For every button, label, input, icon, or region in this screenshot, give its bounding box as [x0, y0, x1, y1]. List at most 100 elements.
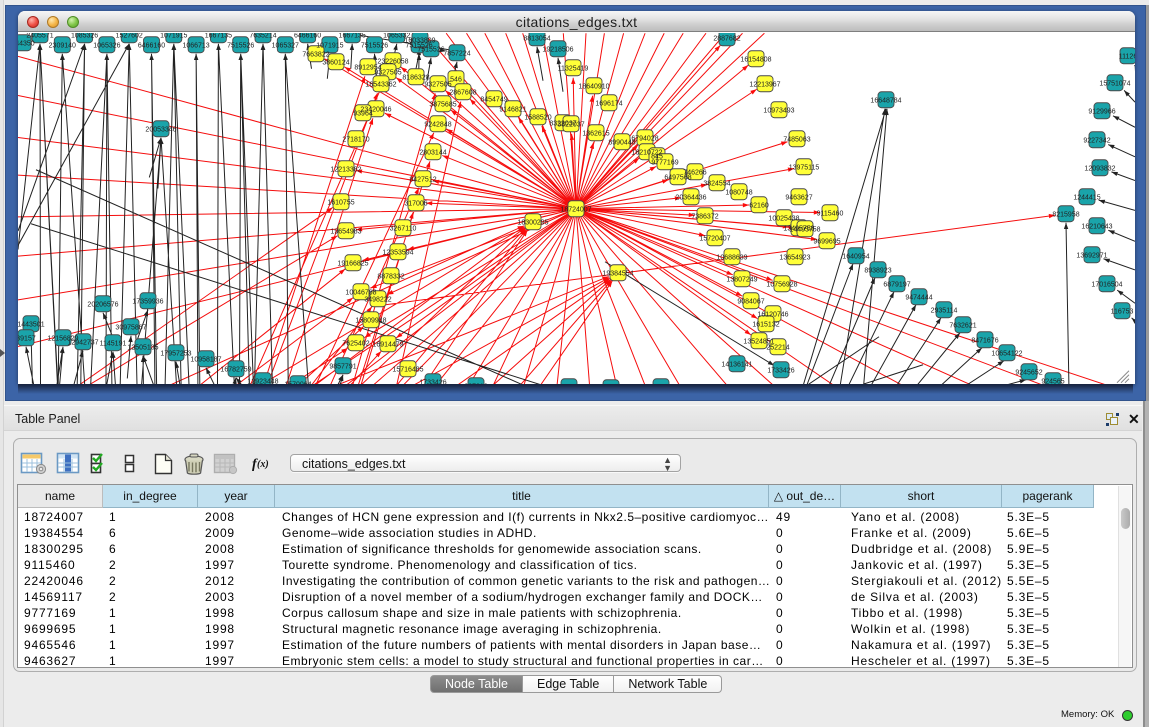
- svg-text:14136141: 14136141: [721, 361, 752, 368]
- svg-text:2718170: 2718170: [342, 136, 369, 143]
- svg-text:15720407: 15720407: [699, 235, 730, 242]
- svg-text:3498222: 3498222: [364, 296, 391, 303]
- svg-text:7515526: 7515526: [361, 42, 388, 49]
- svg-text:3875685: 3875685: [429, 101, 456, 108]
- svg-text:6879197: 6879197: [883, 281, 910, 288]
- svg-text:10973493: 10973493: [763, 107, 794, 114]
- svg-text:6466160: 6466160: [294, 33, 321, 39]
- svg-text:16914479: 16914479: [372, 341, 403, 348]
- svg-text:3822037: 3822037: [557, 121, 584, 128]
- svg-text:9129966: 9129966: [1088, 108, 1115, 115]
- svg-text:12505135: 12505135: [127, 344, 158, 351]
- svg-text:1085326: 1085326: [71, 33, 98, 39]
- svg-text:11325419: 11325419: [558, 65, 589, 72]
- svg-text:18724007: 18724007: [560, 206, 591, 213]
- svg-text:3267110: 3267110: [390, 225, 417, 232]
- svg-text:16120746: 16120746: [757, 311, 788, 318]
- svg-text:19218506: 19218506: [542, 46, 573, 53]
- svg-text:13654923: 13654923: [779, 254, 810, 261]
- svg-text:15751074: 15751074: [1099, 80, 1130, 87]
- svg-text:7857224: 7857224: [443, 50, 470, 57]
- svg-text:19166825: 19166825: [337, 260, 368, 267]
- svg-text:17359936: 17359936: [132, 298, 163, 305]
- svg-text:39157: 39157: [18, 335, 36, 342]
- svg-text:9327505: 9327505: [424, 81, 451, 88]
- svg-text:1733426: 1733426: [767, 367, 794, 374]
- svg-text:9463627: 9463627: [785, 194, 812, 201]
- svg-text:20053346: 20053346: [145, 126, 176, 133]
- svg-text:62160: 62160: [749, 202, 769, 209]
- svg-text:9474444: 9474444: [905, 294, 932, 301]
- svg-text:1667135: 1667135: [339, 33, 366, 39]
- svg-text:1244415: 1244415: [1073, 194, 1100, 201]
- svg-text:2803144: 2803144: [419, 149, 446, 156]
- svg-text:20206576: 20206576: [87, 301, 118, 308]
- svg-text:1080748: 1080748: [725, 189, 752, 196]
- svg-text:10756928: 10756928: [766, 281, 797, 288]
- svg-text:7386372: 7386372: [691, 213, 718, 220]
- svg-text:10688639: 10688639: [716, 254, 747, 261]
- svg-text:15716485: 15716485: [392, 366, 423, 373]
- svg-text:317006: 317006: [404, 200, 427, 207]
- svg-text:12213967: 12213967: [749, 81, 780, 88]
- svg-text:20364436: 20364436: [675, 194, 706, 201]
- svg-text:116753: 116753: [1111, 308, 1134, 315]
- svg-text:8215958: 8215958: [1052, 211, 1079, 218]
- svg-text:9115460: 9115460: [817, 210, 844, 217]
- svg-text:(x): (x): [257, 459, 269, 470]
- svg-text:7632621: 7632621: [949, 322, 976, 329]
- svg-text:9084067: 9084067: [737, 298, 764, 305]
- svg-text:9245652: 9245652: [1015, 369, 1042, 376]
- svg-text:9146821: 9146821: [499, 106, 526, 113]
- svg-text:2867608: 2867608: [449, 89, 476, 96]
- svg-text:12353594: 12353594: [382, 249, 413, 256]
- svg-text:12942737: 12942737: [67, 339, 98, 346]
- svg-text:1443501: 1443501: [18, 321, 45, 328]
- svg-text:18300295: 18300295: [517, 219, 548, 226]
- svg-text:19654983: 19654983: [330, 228, 361, 235]
- svg-text:8427512: 8427512: [409, 176, 436, 183]
- svg-text:1145191: 1145191: [100, 340, 127, 347]
- svg-text:10654122: 10654122: [991, 350, 1022, 357]
- svg-text:16543362: 16543362: [365, 81, 396, 88]
- svg-text:8878332: 8878332: [377, 273, 404, 280]
- svg-text:16782759: 16782759: [220, 366, 251, 373]
- svg-text:6466160: 6466160: [138, 42, 165, 49]
- svg-text:10025438: 10025438: [768, 215, 799, 222]
- svg-text:1615132: 1615132: [752, 321, 779, 328]
- svg-text:8471676: 8471676: [971, 337, 998, 344]
- svg-text:1071915: 1071915: [160, 33, 187, 39]
- svg-text:8186328: 8186328: [402, 74, 429, 81]
- svg-text:1066713: 1066713: [182, 42, 209, 49]
- svg-text:1667135: 1667135: [205, 33, 232, 39]
- svg-text:6794028: 6794028: [631, 135, 658, 142]
- svg-text:9777169: 9777169: [651, 159, 678, 166]
- svg-text:30975867: 30975867: [115, 324, 146, 331]
- svg-text:8938923: 8938923: [864, 267, 891, 274]
- svg-text:1640954: 1640954: [842, 253, 869, 260]
- svg-text:252214: 252214: [766, 344, 789, 351]
- svg-text:7625402: 7625402: [342, 340, 369, 347]
- svg-text:2935114: 2935114: [931, 307, 958, 314]
- svg-text:16154808: 16154808: [740, 56, 771, 63]
- svg-text:2309140: 2309140: [49, 42, 76, 49]
- svg-text:9242848: 9242848: [424, 121, 451, 128]
- svg-text:7635214: 7635214: [249, 33, 276, 39]
- svg-text:1527602: 1527602: [116, 33, 143, 39]
- svg-text:19384554: 19384554: [602, 270, 633, 277]
- svg-text:746266: 746266: [683, 169, 706, 176]
- svg-text:7515526: 7515526: [227, 42, 254, 49]
- svg-text:12093832: 12093832: [1084, 165, 1115, 172]
- svg-text:93964: 93964: [353, 110, 373, 117]
- svg-text:23226058: 23226058: [377, 58, 408, 65]
- svg-text:7663822: 7663822: [302, 51, 329, 58]
- svg-text:15809948: 15809948: [355, 317, 386, 324]
- svg-text:3860124: 3860124: [322, 59, 349, 66]
- svg-text:8454749: 8454749: [480, 96, 507, 103]
- svg-text:16210643: 16210643: [1081, 223, 1112, 230]
- svg-text:13975115: 13975115: [789, 164, 820, 171]
- svg-text:16648784: 16648784: [870, 97, 901, 104]
- svg-text:2887682: 2887682: [713, 35, 740, 42]
- svg-text:144350: 144350: [18, 40, 35, 47]
- svg-text:13692971: 13692971: [1076, 252, 1107, 259]
